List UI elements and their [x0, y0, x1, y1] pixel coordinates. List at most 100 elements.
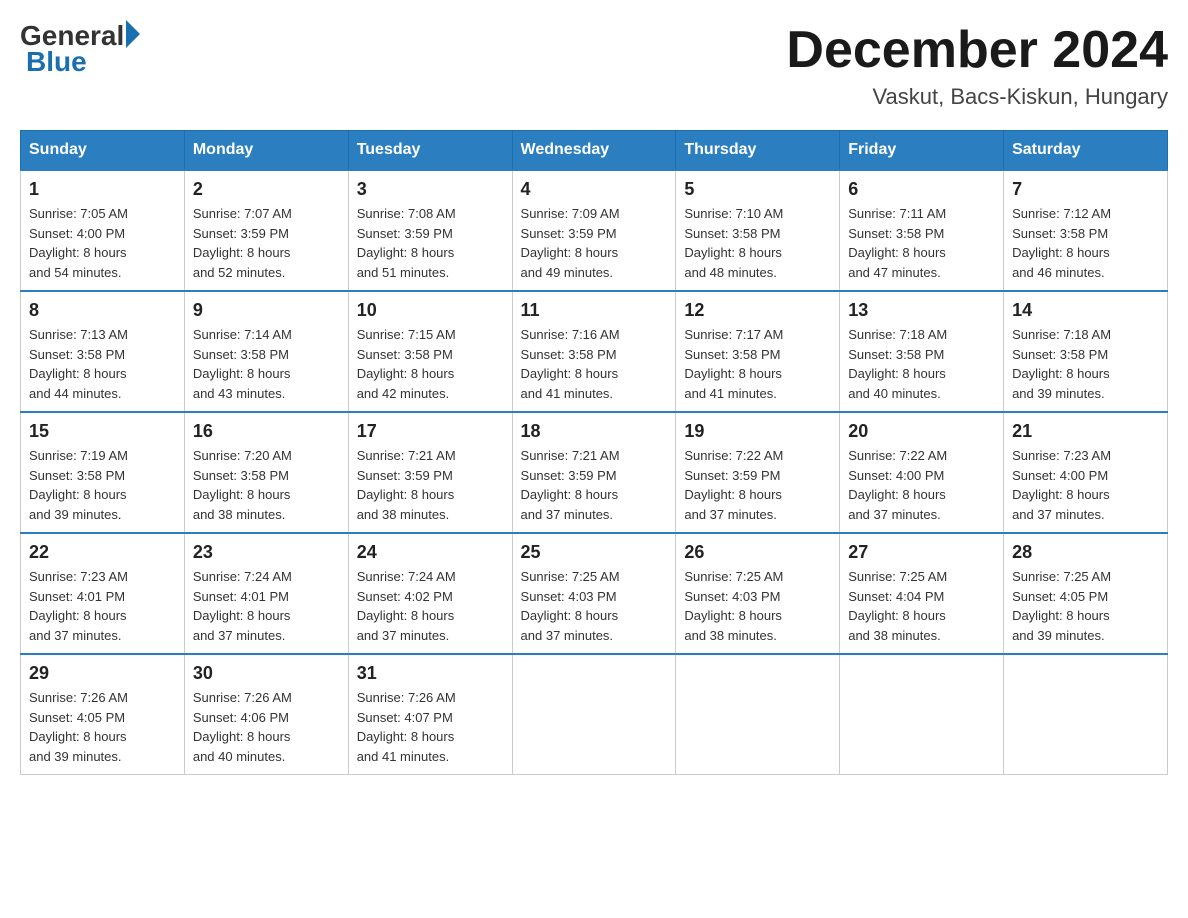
- title-section: December 2024 Vaskut, Bacs-Kiskun, Hunga…: [786, 20, 1168, 110]
- calendar-cell: 6 Sunrise: 7:11 AM Sunset: 3:58 PM Daylig…: [840, 170, 1004, 291]
- calendar-cell: [676, 654, 840, 775]
- day-info: Sunrise: 7:16 AM Sunset: 3:58 PM Dayligh…: [521, 325, 668, 403]
- day-number: 13: [848, 300, 995, 321]
- day-info: Sunrise: 7:22 AM Sunset: 3:59 PM Dayligh…: [684, 446, 831, 524]
- day-info: Sunrise: 7:26 AM Sunset: 4:07 PM Dayligh…: [357, 688, 504, 766]
- calendar-cell: 4 Sunrise: 7:09 AM Sunset: 3:59 PM Daylig…: [512, 170, 676, 291]
- calendar-header-tuesday: Tuesday: [348, 131, 512, 171]
- calendar-table: SundayMondayTuesdayWednesdayThursdayFrid…: [20, 130, 1168, 775]
- calendar-cell: 16Sunrise: 7:20 AM Sunset: 3:58 PM Dayli…: [184, 412, 348, 533]
- day-info: Sunrise: 7:07 AM Sunset: 3:59 PM Dayligh…: [193, 204, 340, 282]
- calendar-header-monday: Monday: [184, 131, 348, 171]
- day-info: Sunrise: 7:25 AM Sunset: 4:04 PM Dayligh…: [848, 567, 995, 645]
- logo-blue-text: Blue: [26, 46, 87, 78]
- day-info: Sunrise: 7:21 AM Sunset: 3:59 PM Dayligh…: [521, 446, 668, 524]
- day-info: Sunrise: 7:22 AM Sunset: 4:00 PM Dayligh…: [848, 446, 995, 524]
- day-number: 23: [193, 542, 340, 563]
- day-number: 8: [29, 300, 176, 321]
- calendar-week-row: 29 Sunrise: 7:26 AM Sunset: 4:05 PM Dayli…: [21, 654, 1168, 775]
- calendar-cell: 20 Sunrise: 7:22 AM Sunset: 4:00 PM Dayli…: [840, 412, 1004, 533]
- calendar-cell: 8 Sunrise: 7:13 AM Sunset: 3:58 PM Daylig…: [21, 291, 185, 412]
- day-info: Sunrise: 7:18 AM Sunset: 3:58 PM Dayligh…: [848, 325, 995, 403]
- calendar-week-row: 8 Sunrise: 7:13 AM Sunset: 3:58 PM Daylig…: [21, 291, 1168, 412]
- day-number: 20: [848, 421, 995, 442]
- calendar-cell: 2 Sunrise: 7:07 AM Sunset: 3:59 PM Daylig…: [184, 170, 348, 291]
- calendar-cell: 5Sunrise: 7:10 AM Sunset: 3:58 PM Daylig…: [676, 170, 840, 291]
- calendar-cell: 9 Sunrise: 7:14 AM Sunset: 3:58 PM Daylig…: [184, 291, 348, 412]
- day-number: 12: [684, 300, 831, 321]
- day-number: 28: [1012, 542, 1159, 563]
- day-info: Sunrise: 7:13 AM Sunset: 3:58 PM Dayligh…: [29, 325, 176, 403]
- day-number: 29: [29, 663, 176, 684]
- logo: General Blue: [20, 20, 140, 78]
- calendar-cell: 27Sunrise: 7:25 AM Sunset: 4:04 PM Dayli…: [840, 533, 1004, 654]
- calendar-cell: 25 Sunrise: 7:25 AM Sunset: 4:03 PM Dayli…: [512, 533, 676, 654]
- day-number: 7: [1012, 179, 1159, 200]
- calendar-cell: 19Sunrise: 7:22 AM Sunset: 3:59 PM Dayli…: [676, 412, 840, 533]
- calendar-week-row: 15Sunrise: 7:19 AM Sunset: 3:58 PM Dayli…: [21, 412, 1168, 533]
- day-info: Sunrise: 7:15 AM Sunset: 3:58 PM Dayligh…: [357, 325, 504, 403]
- day-number: 3: [357, 179, 504, 200]
- day-number: 22: [29, 542, 176, 563]
- month-title: December 2024: [786, 20, 1168, 80]
- day-number: 25: [521, 542, 668, 563]
- day-number: 15: [29, 421, 176, 442]
- calendar-cell: 1 Sunrise: 7:05 AM Sunset: 4:00 PM Daylig…: [21, 170, 185, 291]
- calendar-cell: 10 Sunrise: 7:15 AM Sunset: 3:58 PM Dayli…: [348, 291, 512, 412]
- day-info: Sunrise: 7:21 AM Sunset: 3:59 PM Dayligh…: [357, 446, 504, 524]
- calendar-cell: 21 Sunrise: 7:23 AM Sunset: 4:00 PM Dayli…: [1004, 412, 1168, 533]
- day-info: Sunrise: 7:23 AM Sunset: 4:00 PM Dayligh…: [1012, 446, 1159, 524]
- day-info: Sunrise: 7:08 AM Sunset: 3:59 PM Dayligh…: [357, 204, 504, 282]
- day-info: Sunrise: 7:26 AM Sunset: 4:05 PM Dayligh…: [29, 688, 176, 766]
- day-info: Sunrise: 7:20 AM Sunset: 3:58 PM Dayligh…: [193, 446, 340, 524]
- day-number: 1: [29, 179, 176, 200]
- calendar-header-row: SundayMondayTuesdayWednesdayThursdayFrid…: [21, 131, 1168, 171]
- calendar-cell: 11 Sunrise: 7:16 AM Sunset: 3:58 PM Dayli…: [512, 291, 676, 412]
- day-info: Sunrise: 7:25 AM Sunset: 4:03 PM Dayligh…: [684, 567, 831, 645]
- location-subtitle: Vaskut, Bacs-Kiskun, Hungary: [786, 84, 1168, 110]
- day-info: Sunrise: 7:09 AM Sunset: 3:59 PM Dayligh…: [521, 204, 668, 282]
- calendar-cell: 17Sunrise: 7:21 AM Sunset: 3:59 PM Dayli…: [348, 412, 512, 533]
- calendar-week-row: 1 Sunrise: 7:05 AM Sunset: 4:00 PM Daylig…: [21, 170, 1168, 291]
- calendar-cell: 13 Sunrise: 7:18 AM Sunset: 3:58 PM Dayli…: [840, 291, 1004, 412]
- day-number: 14: [1012, 300, 1159, 321]
- day-number: 5: [684, 179, 831, 200]
- calendar-cell: 22Sunrise: 7:23 AM Sunset: 4:01 PM Dayli…: [21, 533, 185, 654]
- day-number: 11: [521, 300, 668, 321]
- calendar-cell: 23 Sunrise: 7:24 AM Sunset: 4:01 PM Dayli…: [184, 533, 348, 654]
- calendar-header-wednesday: Wednesday: [512, 131, 676, 171]
- day-number: 18: [521, 421, 668, 442]
- calendar-cell: 18 Sunrise: 7:21 AM Sunset: 3:59 PM Dayli…: [512, 412, 676, 533]
- calendar-week-row: 22Sunrise: 7:23 AM Sunset: 4:01 PM Dayli…: [21, 533, 1168, 654]
- day-info: Sunrise: 7:11 AM Sunset: 3:58 PM Dayligh…: [848, 204, 995, 282]
- logo-triangle-icon: [126, 20, 140, 48]
- calendar-cell: 14Sunrise: 7:18 AM Sunset: 3:58 PM Dayli…: [1004, 291, 1168, 412]
- day-number: 10: [357, 300, 504, 321]
- calendar-cell: 30Sunrise: 7:26 AM Sunset: 4:06 PM Dayli…: [184, 654, 348, 775]
- day-number: 4: [521, 179, 668, 200]
- calendar-cell: 3 Sunrise: 7:08 AM Sunset: 3:59 PM Daylig…: [348, 170, 512, 291]
- day-info: Sunrise: 7:05 AM Sunset: 4:00 PM Dayligh…: [29, 204, 176, 282]
- day-number: 2: [193, 179, 340, 200]
- calendar-cell: [1004, 654, 1168, 775]
- day-number: 24: [357, 542, 504, 563]
- day-info: Sunrise: 7:14 AM Sunset: 3:58 PM Dayligh…: [193, 325, 340, 403]
- day-number: 6: [848, 179, 995, 200]
- calendar-header-sunday: Sunday: [21, 131, 185, 171]
- day-number: 9: [193, 300, 340, 321]
- day-info: Sunrise: 7:25 AM Sunset: 4:03 PM Dayligh…: [521, 567, 668, 645]
- calendar-header-thursday: Thursday: [676, 131, 840, 171]
- day-number: 21: [1012, 421, 1159, 442]
- calendar-cell: 24 Sunrise: 7:24 AM Sunset: 4:02 PM Dayli…: [348, 533, 512, 654]
- calendar-cell: [840, 654, 1004, 775]
- calendar-cell: 31Sunrise: 7:26 AM Sunset: 4:07 PM Dayli…: [348, 654, 512, 775]
- day-info: Sunrise: 7:12 AM Sunset: 3:58 PM Dayligh…: [1012, 204, 1159, 282]
- calendar-header-friday: Friday: [840, 131, 1004, 171]
- day-info: Sunrise: 7:17 AM Sunset: 3:58 PM Dayligh…: [684, 325, 831, 403]
- calendar-cell: 28Sunrise: 7:25 AM Sunset: 4:05 PM Dayli…: [1004, 533, 1168, 654]
- day-info: Sunrise: 7:24 AM Sunset: 4:02 PM Dayligh…: [357, 567, 504, 645]
- calendar-cell: 12 Sunrise: 7:17 AM Sunset: 3:58 PM Dayli…: [676, 291, 840, 412]
- calendar-cell: 29 Sunrise: 7:26 AM Sunset: 4:05 PM Dayli…: [21, 654, 185, 775]
- day-number: 26: [684, 542, 831, 563]
- day-info: Sunrise: 7:24 AM Sunset: 4:01 PM Dayligh…: [193, 567, 340, 645]
